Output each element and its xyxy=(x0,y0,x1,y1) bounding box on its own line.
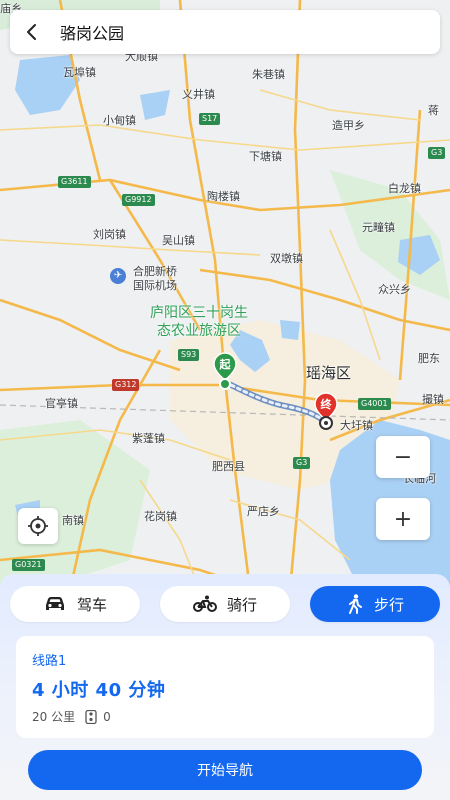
crosshair-icon xyxy=(28,516,48,536)
traffic-light-icon xyxy=(85,709,97,724)
map-label: 紫蓬镇 xyxy=(132,432,165,445)
route-name: 线路1 xyxy=(32,654,67,669)
map-label: 下塘镇 xyxy=(249,150,282,163)
map-label: 严店乡 xyxy=(247,505,280,518)
page-title: 骆岗公园 xyxy=(60,24,125,43)
mode-drive-label: 驾车 xyxy=(76,595,107,614)
zoom-in-button[interactable]: + xyxy=(376,498,430,540)
traffic-light-count: 0 xyxy=(103,709,111,724)
road-shield: G0321 xyxy=(12,559,45,571)
locate-button[interactable] xyxy=(18,508,58,544)
district-label: 瑶海区 xyxy=(306,364,352,382)
road-shield: G4001 xyxy=(358,398,391,410)
map-label: 瓦埠镇 xyxy=(63,66,96,79)
start-marker-label: 起 xyxy=(219,358,231,371)
park-label: 庐阳区三十岗生 态农业旅游区 xyxy=(150,305,248,339)
road-shield: G312 xyxy=(112,379,140,391)
map-label: 元疃镇 xyxy=(362,221,395,234)
back-button[interactable] xyxy=(10,10,54,54)
back-arrow-icon xyxy=(27,24,36,40)
map-label: 陶楼镇 xyxy=(207,190,240,203)
map-label: 双墩镇 xyxy=(270,252,303,265)
walk-icon xyxy=(348,594,362,614)
map-label: 众兴乡 xyxy=(378,283,411,296)
map-label: 造甲乡 xyxy=(332,119,365,132)
end-marker-label: 终 xyxy=(320,398,332,411)
route-meta: 20 公里 0 xyxy=(32,708,111,725)
minus-icon: − xyxy=(393,444,413,470)
mode-walk-button[interactable]: 步行 xyxy=(310,586,440,622)
road-shield: G9912 xyxy=(122,194,155,206)
mode-drive-button[interactable]: 驾车 xyxy=(10,586,140,622)
map-label: 官亭镇 xyxy=(45,397,78,410)
mode-bike-button[interactable]: 骑行 xyxy=(160,586,290,622)
route-duration: 4 小时 40 分钟 xyxy=(32,680,166,701)
road-shield: G3611 xyxy=(58,176,91,188)
route-card[interactable]: 线路1 4 小时 40 分钟 20 公里 0 xyxy=(16,636,434,738)
road-shield: S17 xyxy=(199,113,221,125)
map-label: 小甸镇 xyxy=(103,114,136,127)
map-label: 南镇 xyxy=(62,514,84,527)
airport-icon: ✈ xyxy=(110,268,126,284)
map-label: 大圩镇 xyxy=(340,419,373,432)
map-label: 蒋 xyxy=(428,104,439,117)
road-shield: S93 xyxy=(178,349,200,361)
road-shield: G3 xyxy=(428,147,446,159)
mode-bike-label: 骑行 xyxy=(226,595,257,614)
map-label: 朱巷镇 xyxy=(252,68,285,81)
map-label: 合肥新桥 国际机场 xyxy=(133,265,177,292)
car-icon xyxy=(45,597,64,610)
header-bar: 骆岗公园 xyxy=(10,10,440,54)
map-label: 肥西县 xyxy=(212,460,245,473)
mode-walk-label: 步行 xyxy=(373,595,404,614)
route-distance: 20 公里 xyxy=(32,710,76,724)
road-shield: G3 xyxy=(293,457,311,469)
map-label: 义井镇 xyxy=(182,88,215,101)
map-label: 吴山镇 xyxy=(162,234,195,247)
zoom-out-button[interactable]: − xyxy=(376,436,430,478)
map-label: 白龙镇 xyxy=(388,182,421,195)
bike-icon xyxy=(192,595,217,612)
map-label: 刘岗镇 xyxy=(93,228,126,241)
start-navigation-button[interactable]: 开始导航 xyxy=(28,750,422,790)
map-label: 花岗镇 xyxy=(144,510,177,523)
plus-icon: + xyxy=(393,506,413,532)
map-label: 撮镇 xyxy=(422,393,444,406)
map-label: 肥东 xyxy=(418,352,440,365)
